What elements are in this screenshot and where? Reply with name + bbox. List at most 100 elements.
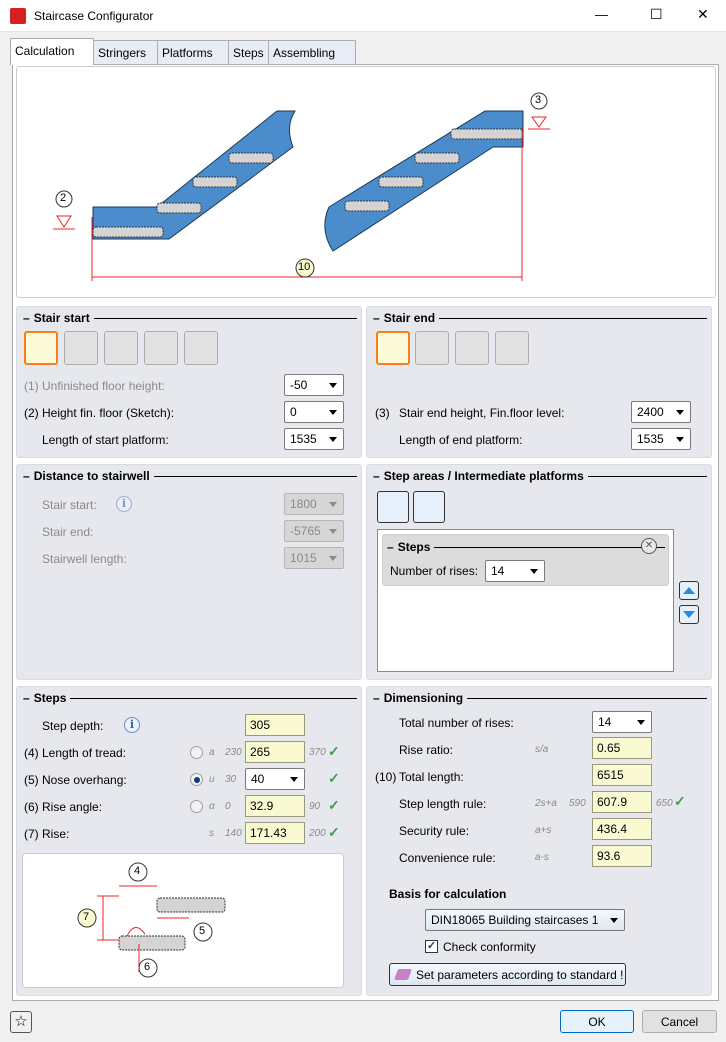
nose-symbol: u — [209, 774, 215, 785]
security-rule-symbol: a+s — [535, 825, 552, 836]
stairwell-start-label: Stair start: — [42, 498, 97, 512]
add-platform-button[interactable] — [377, 491, 409, 523]
dimensioning-header: – Dimensioning — [373, 691, 707, 705]
nose-combo[interactable]: 40 — [245, 768, 305, 790]
convenience-rule-label: Convenience rule: — [399, 851, 496, 865]
step-rule-min: 590 — [569, 798, 586, 809]
start-type-3-button[interactable] — [104, 331, 138, 365]
marker-3: 3 — [535, 94, 542, 106]
tread-label: (4) Length of tread: — [24, 746, 127, 760]
nose-label: (5) Nose overhang: — [24, 773, 127, 787]
end-platform-combo[interactable]: 1535 — [631, 428, 691, 450]
rise-min: 140 — [225, 828, 242, 839]
check-icon: ✓ — [328, 743, 340, 759]
end-type-4-button[interactable] — [495, 331, 529, 365]
end-type-2-button[interactable] — [415, 331, 449, 365]
maximize-button[interactable]: ☐ — [650, 6, 663, 23]
start-type-4-button[interactable] — [144, 331, 178, 365]
window-title: Staircase Configurator — [34, 9, 154, 23]
step-rule-field[interactable]: 607.9 — [592, 791, 652, 813]
move-up-button[interactable] — [679, 581, 699, 600]
end-type-3-button[interactable] — [455, 331, 489, 365]
step-areas-list: – Steps ✕ Number of rises: 14 — [377, 529, 674, 672]
end-height-num: (3) — [375, 406, 390, 420]
check-conformity-checkbox[interactable]: ✓ — [425, 940, 438, 953]
security-rule-field[interactable]: 436.4 — [592, 818, 652, 840]
remove-group-icon[interactable]: ✕ — [641, 538, 657, 554]
step-depth-label: Step depth: — [42, 719, 104, 733]
stairwell-end-label: Stair end: — [42, 525, 94, 539]
steps-header: – Steps — [23, 691, 357, 705]
total-length-label: Total length: — [399, 770, 464, 784]
rise-symbol: s — [209, 828, 214, 839]
tab-stringers[interactable]: Stringers — [93, 40, 158, 64]
start-platform-combo[interactable]: 1535 — [284, 428, 344, 450]
basis-combo[interactable]: DIN18065 Building staircases 1 — [425, 909, 625, 931]
stairwell-end-combo[interactable]: -5765 — [284, 520, 344, 542]
total-length-field[interactable]: 6515 — [592, 764, 652, 786]
steps-group-header: – Steps — [387, 540, 665, 554]
start-type-1-button[interactable] — [24, 331, 58, 365]
stair-start-header: – Stair start — [23, 311, 357, 325]
favorites-button[interactable]: ☆ — [10, 1011, 32, 1033]
tab-steps[interactable]: Steps — [228, 40, 269, 64]
distance-header: – Distance to stairwell — [23, 469, 357, 483]
convenience-rule-field[interactable]: 93.6 — [592, 845, 652, 867]
minimize-button[interactable]: — — [595, 7, 608, 22]
height-fin-floor-label: (2) Height fin. floor (Sketch): — [24, 406, 175, 420]
step-rule-label: Step length rule: — [399, 797, 487, 811]
diagram-marker-7: 7 — [83, 911, 90, 923]
rise-ratio-field[interactable]: 0.65 — [592, 737, 652, 759]
set-parameters-button[interactable]: Set parameters according to standard ! — [389, 963, 626, 986]
diagram-marker-5: 5 — [199, 925, 206, 937]
rise-field[interactable]: 171.43 — [245, 822, 305, 844]
rise-label: (7) Rise: — [24, 827, 70, 841]
tread-radio[interactable] — [190, 746, 203, 759]
rise-ratio-label: Rise ratio: — [399, 743, 454, 757]
title-bar: Staircase Configurator — ☐ ✕ — [0, 0, 726, 32]
end-type-1-button[interactable] — [376, 331, 410, 365]
step-areas-panel: – Step areas / Intermediate platforms – St… — [366, 464, 712, 680]
angle-radio[interactable] — [190, 800, 203, 813]
height-fin-floor-combo[interactable]: 0 — [284, 401, 344, 423]
security-rule-label: Security rule: — [399, 824, 470, 838]
tab-calculation[interactable]: Calculation — [10, 38, 94, 65]
stairwell-length-combo[interactable]: 1015 — [284, 547, 344, 569]
dimensioning-panel: – Dimensioning Total number of rises: 14 … — [366, 686, 712, 996]
info-icon[interactable]: i — [116, 496, 132, 512]
tab-assembling[interactable]: Assembling — [268, 40, 356, 64]
unfinished-floor-combo[interactable]: -50 — [284, 374, 344, 396]
end-height-combo[interactable]: 2400 — [631, 401, 691, 423]
step-depth-field[interactable]: 305 — [245, 714, 305, 736]
basis-header: Basis for calculation — [389, 887, 507, 901]
nose-min: 30 — [225, 774, 237, 785]
rises-combo[interactable]: 14 — [485, 560, 545, 582]
cancel-button[interactable]: Cancel — [642, 1010, 717, 1033]
total-rises-label: Total number of rises: — [399, 716, 514, 730]
tab-platforms[interactable]: Platforms — [157, 40, 229, 64]
nose-radio[interactable] — [190, 773, 203, 786]
angle-field[interactable]: 32.9 — [245, 795, 305, 817]
add-steps-button[interactable] — [413, 491, 445, 523]
ok-button[interactable]: OK — [560, 1010, 634, 1033]
angle-max: 90 — [309, 801, 321, 812]
close-button[interactable]: ✕ — [697, 6, 709, 23]
angle-label: (6) Rise angle: — [24, 800, 103, 814]
steps-group: – Steps ✕ Number of rises: 14 — [382, 534, 669, 586]
check-icon: ✓ — [328, 824, 340, 840]
move-down-button[interactable] — [679, 605, 699, 624]
stair-end-header: – Stair end — [373, 311, 707, 325]
stairwell-start-combo[interactable]: 1800 — [284, 493, 344, 515]
arrow-up-icon — [683, 587, 695, 594]
step-rule-max: 650 — [656, 798, 673, 809]
end-platform-label: Length of end platform: — [399, 433, 523, 447]
tread-field[interactable]: 265 — [245, 741, 305, 763]
info-icon[interactable]: i — [124, 717, 140, 733]
start-type-2-button[interactable] — [64, 331, 98, 365]
check-conformity-label: Check conformity — [443, 940, 536, 954]
check-icon: ✓ — [328, 770, 340, 786]
tread-symbol: a — [209, 747, 215, 758]
start-type-5-button[interactable] — [184, 331, 218, 365]
staircase-sketch-drawing — [53, 92, 550, 281]
total-rises-combo[interactable]: 14 — [592, 711, 652, 733]
